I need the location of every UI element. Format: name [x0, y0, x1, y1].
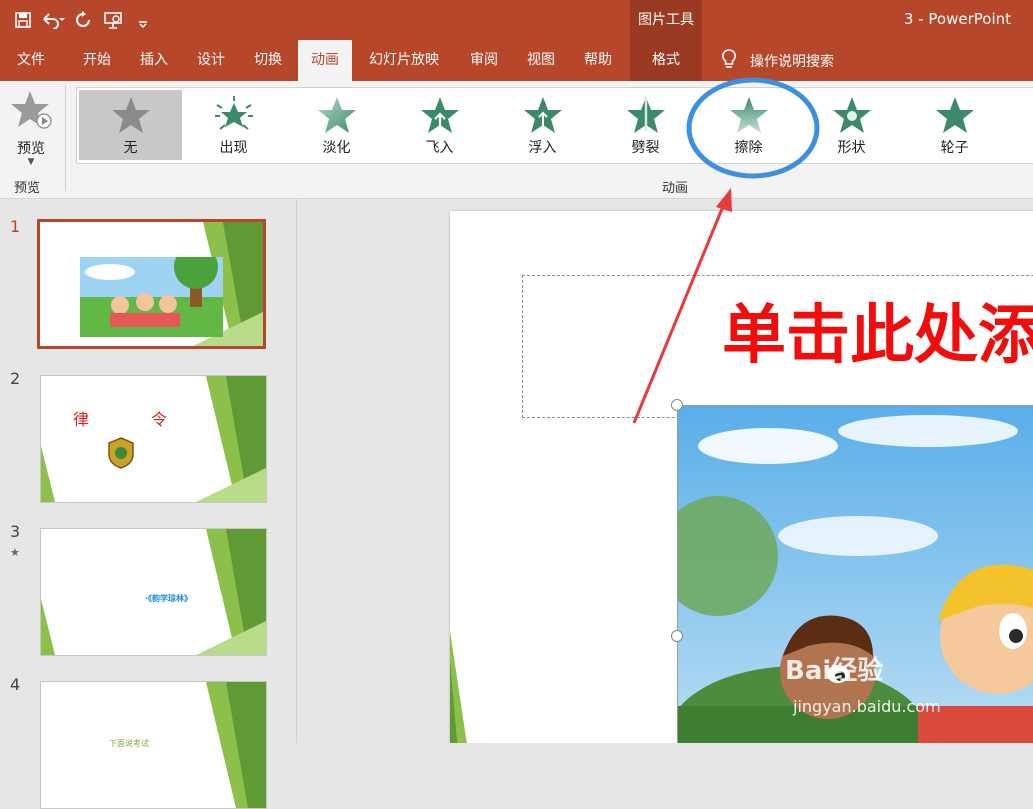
slide-2-text: 令 [151, 410, 168, 429]
tell-me-label: 操作说明搜索 [750, 53, 834, 70]
title-bar: 图片工具 3 - PowerPoint [0, 0, 1033, 40]
repeat-icon[interactable] [68, 6, 98, 34]
animation-wipe[interactable]: 擦除 [697, 90, 800, 160]
shape-star-icon [832, 95, 872, 139]
tab-view[interactable]: 视图 [514, 40, 568, 81]
animation-label: 擦除 [734, 140, 763, 156]
animation-label: 无 [123, 140, 138, 156]
animation-shape[interactable]: 形状 [800, 90, 903, 160]
none-star-icon [111, 95, 151, 139]
tab-help[interactable]: 帮助 [570, 40, 626, 81]
animation-appear[interactable]: 出现 [182, 90, 285, 160]
tell-me-search[interactable]: 操作说明搜索 [720, 40, 834, 81]
animation-label: 随 [1006, 137, 1033, 157]
slide-2-text: 律 [73, 410, 90, 429]
slide-3-text: ·《韵学琼林》 [145, 594, 193, 603]
animation-label: 形状 [837, 140, 866, 156]
group-separator [65, 85, 66, 191]
animation-gallery: 无 出现 淡化 飞入 浮入 劈裂 擦除 形状 轮子 [76, 87, 1033, 164]
slide-thumbnail-2[interactable]: 律 令 [40, 375, 267, 503]
animation-wheel[interactable]: 轮子 [903, 90, 1006, 160]
animation-fade[interactable]: 淡化 [285, 90, 388, 160]
animation-fly-in[interactable]: 飞入 [388, 90, 491, 160]
wipe-star-icon [729, 95, 769, 139]
customize-qat-icon[interactable] [128, 6, 158, 34]
fly-in-star-icon [420, 95, 460, 139]
slide-thumbnail-4[interactable]: 下面说考试 [40, 681, 267, 809]
save-icon[interactable] [8, 6, 38, 34]
animation-label: 浮入 [528, 140, 557, 156]
resize-handle[interactable] [671, 630, 683, 642]
green-corner-shape [41, 446, 55, 502]
slide-thumbnail-pane: 1 2 律 令 3 ★ ·《韵学琼林》 4 下面说考试 [0, 199, 297, 809]
picture-tools-label: 图片工具 [638, 12, 694, 28]
slide-thumbnail-1[interactable] [37, 219, 266, 349]
current-slide[interactable]: 单击此处添加标题 [450, 211, 1033, 743]
animation-group-label: 动画 [662, 181, 689, 196]
baidu-watermark-url: jingyan.baidu.com [793, 697, 941, 716]
fade-star-icon [317, 95, 357, 139]
green-corner-shape [41, 599, 55, 655]
wheel-star-icon [935, 95, 975, 139]
green-corner-shape [450, 631, 467, 743]
preview-label: 预览 [17, 141, 45, 157]
preview-button[interactable]: 预览 ▼ [8, 87, 54, 167]
animation-label: 劈裂 [631, 140, 660, 156]
title-placeholder[interactable]: 单击此处添加标题 [522, 275, 1033, 418]
slide-number: 2 [10, 369, 21, 388]
window-title: 3 - PowerPoint [903, 10, 1011, 28]
lightbulb-icon [720, 48, 750, 74]
shield-badge-icon [108, 437, 134, 469]
animation-label: 出现 [219, 140, 248, 156]
tab-insert[interactable]: 插入 [128, 40, 180, 81]
ribbon-tab-row: 文件 开始 插入 设计 切换 动画 幻灯片放映 审阅 视图 帮助 格式 操作说明… [0, 40, 1033, 81]
slide-number: 1 [10, 217, 21, 236]
split-star-icon [626, 95, 666, 139]
children-reading-picture [80, 257, 223, 337]
slide-editing-area: 单击此处添加标题 [297, 199, 1033, 743]
selected-picture[interactable] [677, 405, 1033, 743]
animation-float-in[interactable]: 浮入 [491, 90, 594, 160]
animation-none[interactable]: 无 [79, 90, 182, 160]
resize-handle[interactable] [671, 399, 683, 411]
green-deco-shape [196, 376, 266, 502]
slide-4-text: 下面说考试 [109, 739, 149, 748]
preview-group-label: 预览 [14, 181, 41, 196]
quick-access-toolbar [8, 6, 158, 34]
tab-slide-show[interactable]: 幻灯片放映 [356, 40, 452, 81]
appear-star-icon [214, 95, 254, 139]
animation-random-bars[interactable]: 随 [1006, 90, 1033, 160]
float-in-star-icon [523, 95, 563, 139]
preview-star-icon [11, 89, 53, 137]
tab-review[interactable]: 审阅 [456, 40, 512, 81]
tab-home[interactable]: 开始 [70, 40, 124, 81]
tab-format[interactable]: 格式 [630, 40, 702, 81]
slide-number: 3 [10, 522, 21, 541]
animation-indicator-icon: ★ [10, 546, 20, 559]
preview-dropdown-icon[interactable]: ▼ [8, 157, 54, 167]
undo-icon[interactable] [38, 6, 68, 34]
present-from-start-icon[interactable] [98, 6, 128, 34]
title-placeholder-text: 单击此处添加标题 [722, 299, 1033, 373]
tab-file[interactable]: 文件 [8, 40, 54, 81]
children-reading-picture [678, 406, 1033, 743]
tab-animations[interactable]: 动画 [298, 40, 352, 81]
green-deco-shape [206, 682, 266, 808]
ribbon-animations: 预览 ▼ 预览 无 出现 淡化 飞入 浮入 劈裂 擦除 形状 轮子 动画 [0, 81, 1033, 199]
animation-split[interactable]: 劈裂 [594, 90, 697, 160]
animation-label: 轮子 [940, 140, 969, 156]
baidu-watermark: Bai经验 [785, 656, 884, 686]
green-deco-shape [196, 529, 266, 655]
animation-label: 淡化 [322, 140, 351, 156]
slide-thumbnail-3[interactable]: ·《韵学琼林》 [40, 528, 267, 656]
slide-number: 4 [10, 675, 21, 694]
tab-design[interactable]: 设计 [184, 40, 238, 81]
picture-tools-group: 图片工具 [630, 0, 702, 40]
animation-label: 飞入 [425, 140, 454, 156]
tab-transitions[interactable]: 切换 [242, 40, 294, 81]
